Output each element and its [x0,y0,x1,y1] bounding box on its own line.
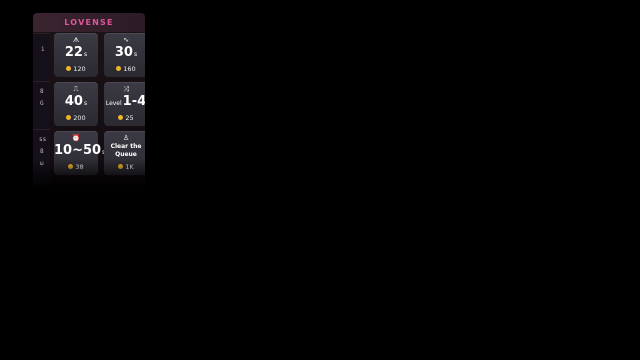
lovense-tip-menu-panel: LOVENSE i 8 G ss 8 ω ᗑ 22s 120 ∿ 30s 160… [33,13,145,185]
tip-price: 38 [54,163,98,171]
wave-icon: ∿ [123,36,129,44]
tip-level: Level1-4 [105,94,145,109]
coin-icon [66,65,72,71]
tip-price: 160 [104,65,145,73]
panel-header: LOVENSE [33,13,145,32]
tip-duration: 10~50s [54,143,105,158]
tip-option-40s[interactable]: ⎍ 40s 200 [54,82,98,126]
rail-glyph: ω [40,160,44,167]
coin-icon [116,65,122,71]
coin-icon [66,114,72,120]
tip-duration: 30s [114,45,138,60]
tip-price: 120 [54,65,98,73]
rail-glyph: i [41,46,45,53]
alarm-clock-icon: ⏰ [71,134,81,142]
rail-item[interactable]: 8 G [33,81,50,130]
tip-duration: 22s [64,45,88,60]
tip-option-random[interactable]: ⏰ 10~50s 38 [54,131,105,175]
rail-item[interactable]: ss 8 ω [33,129,50,178]
rail-glyph: 8 [40,148,44,155]
tip-option-clear-queue[interactable]: ♙ Clear the Queue 1K [104,131,145,175]
tip-option-level[interactable]: ⤨ Level1-4 25 [104,82,145,126]
coin-icon [118,163,124,169]
rail-glyph: 8 [40,88,44,95]
tip-duration: 40s [64,94,88,109]
tip-action-label: Clear the Queue [110,143,142,158]
tip-option-30s[interactable]: ∿ 30s 160 [104,33,145,77]
tip-price: 25 [104,114,145,122]
shuffle-icon: ⤨ [123,85,129,93]
rail-glyph: G [40,100,44,107]
tip-price: 200 [54,114,98,122]
square-wave-icon: ⎍ [73,85,79,93]
tip-price: 1K [104,163,145,171]
pulse-up-icon: ᗑ [72,36,80,44]
queue-icon: ♙ [122,134,130,142]
coin-icon [118,114,124,120]
side-rail: i 8 G ss 8 ω [33,33,50,185]
coin-icon [68,163,74,169]
tip-option-22s[interactable]: ᗑ 22s 120 [54,33,98,77]
rail-item[interactable]: i [33,33,50,82]
rail-glyph: ss [39,136,47,143]
brand-logo: LOVENSE [64,18,114,27]
